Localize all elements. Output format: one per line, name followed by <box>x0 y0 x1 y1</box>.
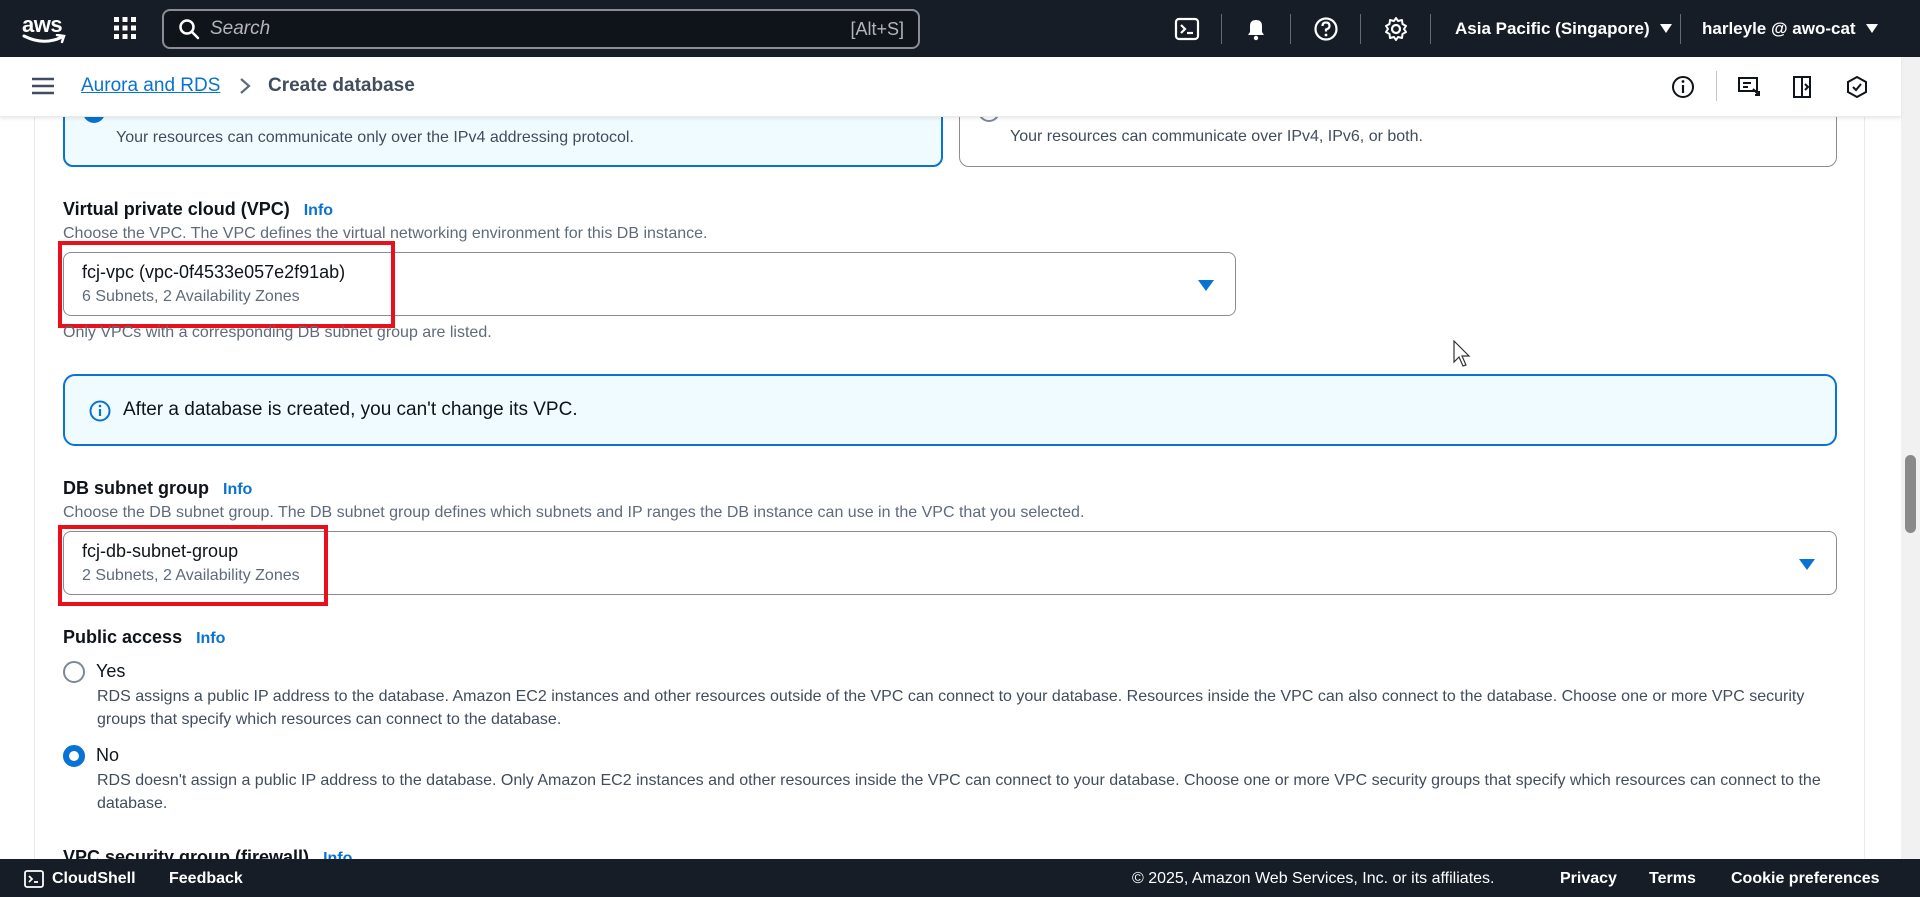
public-access-yes-description: RDS assigns a public IP address to the d… <box>97 688 1805 728</box>
caret-down-icon <box>1659 24 1672 33</box>
footer-copyright: © 2025, Amazon Web Services, Inc. or its… <box>1132 870 1495 887</box>
cloudshell-icon[interactable] <box>24 869 44 889</box>
account-label: harleyle @ awo-cat <box>1702 18 1856 38</box>
network-type-dual-stack-tile[interactable]: Your resources can communicate over IPv4… <box>959 117 1837 167</box>
page-scrollbar-thumb[interactable] <box>1905 455 1916 533</box>
caret-down-icon <box>1865 24 1878 33</box>
subnet-group-info-link[interactable]: Info <box>223 481 252 498</box>
bar-divider <box>1716 71 1717 101</box>
search-shortcut: [Alt+S] <box>850 18 904 39</box>
ipv4-radio[interactable] <box>83 117 105 123</box>
public-access-no-radio[interactable] <box>63 745 85 767</box>
vpc-label: Virtual private cloud (VPC) Info <box>63 199 333 220</box>
footer-privacy[interactable]: Privacy <box>1560 870 1617 888</box>
footer-cookie-preferences[interactable]: Cookie preferences <box>1731 870 1880 888</box>
ipv4-description: Your resources can communicate only over… <box>116 129 634 146</box>
search-placeholder: Search <box>210 18 271 39</box>
nav-divider <box>1360 14 1361 44</box>
vpc-info-link[interactable]: Info <box>304 202 333 219</box>
public-access-yes-label[interactable]: Yes <box>96 661 125 682</box>
nav-divider <box>1290 14 1291 44</box>
footer-terms[interactable]: Terms <box>1649 870 1696 888</box>
security-group-label: VPC security group (firewall) Info <box>63 847 352 859</box>
container-border <box>1864 117 1865 859</box>
public-access-label-text: Public access <box>63 627 183 647</box>
footer-cloudshell[interactable]: CloudShell <box>52 870 136 888</box>
network-type-ipv4-tile[interactable]: Your resources can communicate only over… <box>63 117 943 167</box>
top-navigation: aws Search [Alt+S] Asia Pacific (Singapo… <box>0 0 1920 57</box>
account-menu[interactable]: harleyle @ awo-cat <box>1702 0 1878 57</box>
gear-icon[interactable] <box>1383 16 1409 42</box>
subnet-group-label-text: DB subnet group <box>63 478 209 498</box>
bell-icon[interactable] <box>1243 16 1269 42</box>
aws-smile-icon <box>22 34 66 44</box>
notes-icon[interactable] <box>1791 75 1815 99</box>
nav-divider <box>1430 14 1431 44</box>
dual-stack-radio[interactable] <box>978 117 1000 122</box>
subnet-group-select[interactable]: fcj-db-subnet-group 2 Subnets, 2 Availab… <box>63 531 1837 595</box>
alert-text: After a database is created, you can't c… <box>123 399 578 420</box>
info-circle-icon[interactable] <box>1671 75 1695 99</box>
region-selector[interactable]: Asia Pacific (Singapore) <box>1455 0 1672 57</box>
vpc-hint: Only VPCs with a corresponding DB subnet… <box>63 324 492 341</box>
search-icon <box>179 19 200 40</box>
subnet-group-label: DB subnet group Info <box>63 478 252 499</box>
public-access-no-label[interactable]: No <box>96 745 119 766</box>
settings-hex-icon[interactable] <box>1845 75 1869 99</box>
aws-logo[interactable]: aws <box>22 12 70 44</box>
public-access-yes-radio[interactable] <box>63 661 85 683</box>
menu-icon[interactable] <box>32 77 54 95</box>
breadcrumb-current: Create database <box>268 75 415 96</box>
region-label: Asia Pacific (Singapore) <box>1455 18 1650 38</box>
feedback-icon[interactable] <box>1737 75 1761 99</box>
search-input[interactable]: Search [Alt+S] <box>162 9 920 49</box>
footer: CloudShell Feedback © 2025, Amazon Web S… <box>0 859 1920 897</box>
public-access-label: Public access Info <box>63 627 225 648</box>
container-border <box>34 117 35 859</box>
public-access-info-link[interactable]: Info <box>196 630 225 647</box>
dual-stack-description: Your resources can communicate over IPv4… <box>1010 128 1423 145</box>
help-icon[interactable] <box>1313 16 1339 42</box>
caret-down-icon <box>1198 280 1214 291</box>
breadcrumb-bar: Aurora and RDS Create database <box>0 57 1901 117</box>
nav-divider <box>1680 14 1681 44</box>
nav-divider <box>1221 14 1222 44</box>
apps-grid-icon[interactable] <box>113 16 137 40</box>
public-access-no-description: RDS doesn't assign a public IP address t… <box>97 772 1821 812</box>
security-group-label-text: VPC security group (firewall) <box>63 847 310 859</box>
info-circle-icon <box>89 400 111 422</box>
cloudshell-icon[interactable] <box>1174 16 1200 42</box>
annotation-highlight-subnet <box>58 525 328 606</box>
vpc-info-alert: After a database is created, you can't c… <box>63 374 1837 446</box>
chevron-right-icon <box>240 78 251 94</box>
main-content: Your resources can communicate only over… <box>0 117 1901 859</box>
caret-down-icon <box>1799 559 1815 570</box>
security-group-info-link[interactable]: Info <box>323 850 352 859</box>
footer-feedback[interactable]: Feedback <box>169 870 243 888</box>
vpc-label-text: Virtual private cloud (VPC) <box>63 199 290 219</box>
subnet-group-description: Choose the DB subnet group. The DB subne… <box>63 504 1085 521</box>
annotation-highlight-vpc <box>58 241 395 328</box>
mouse-cursor-icon <box>1453 340 1471 367</box>
breadcrumb-aurora-rds[interactable]: Aurora and RDS <box>81 75 220 97</box>
